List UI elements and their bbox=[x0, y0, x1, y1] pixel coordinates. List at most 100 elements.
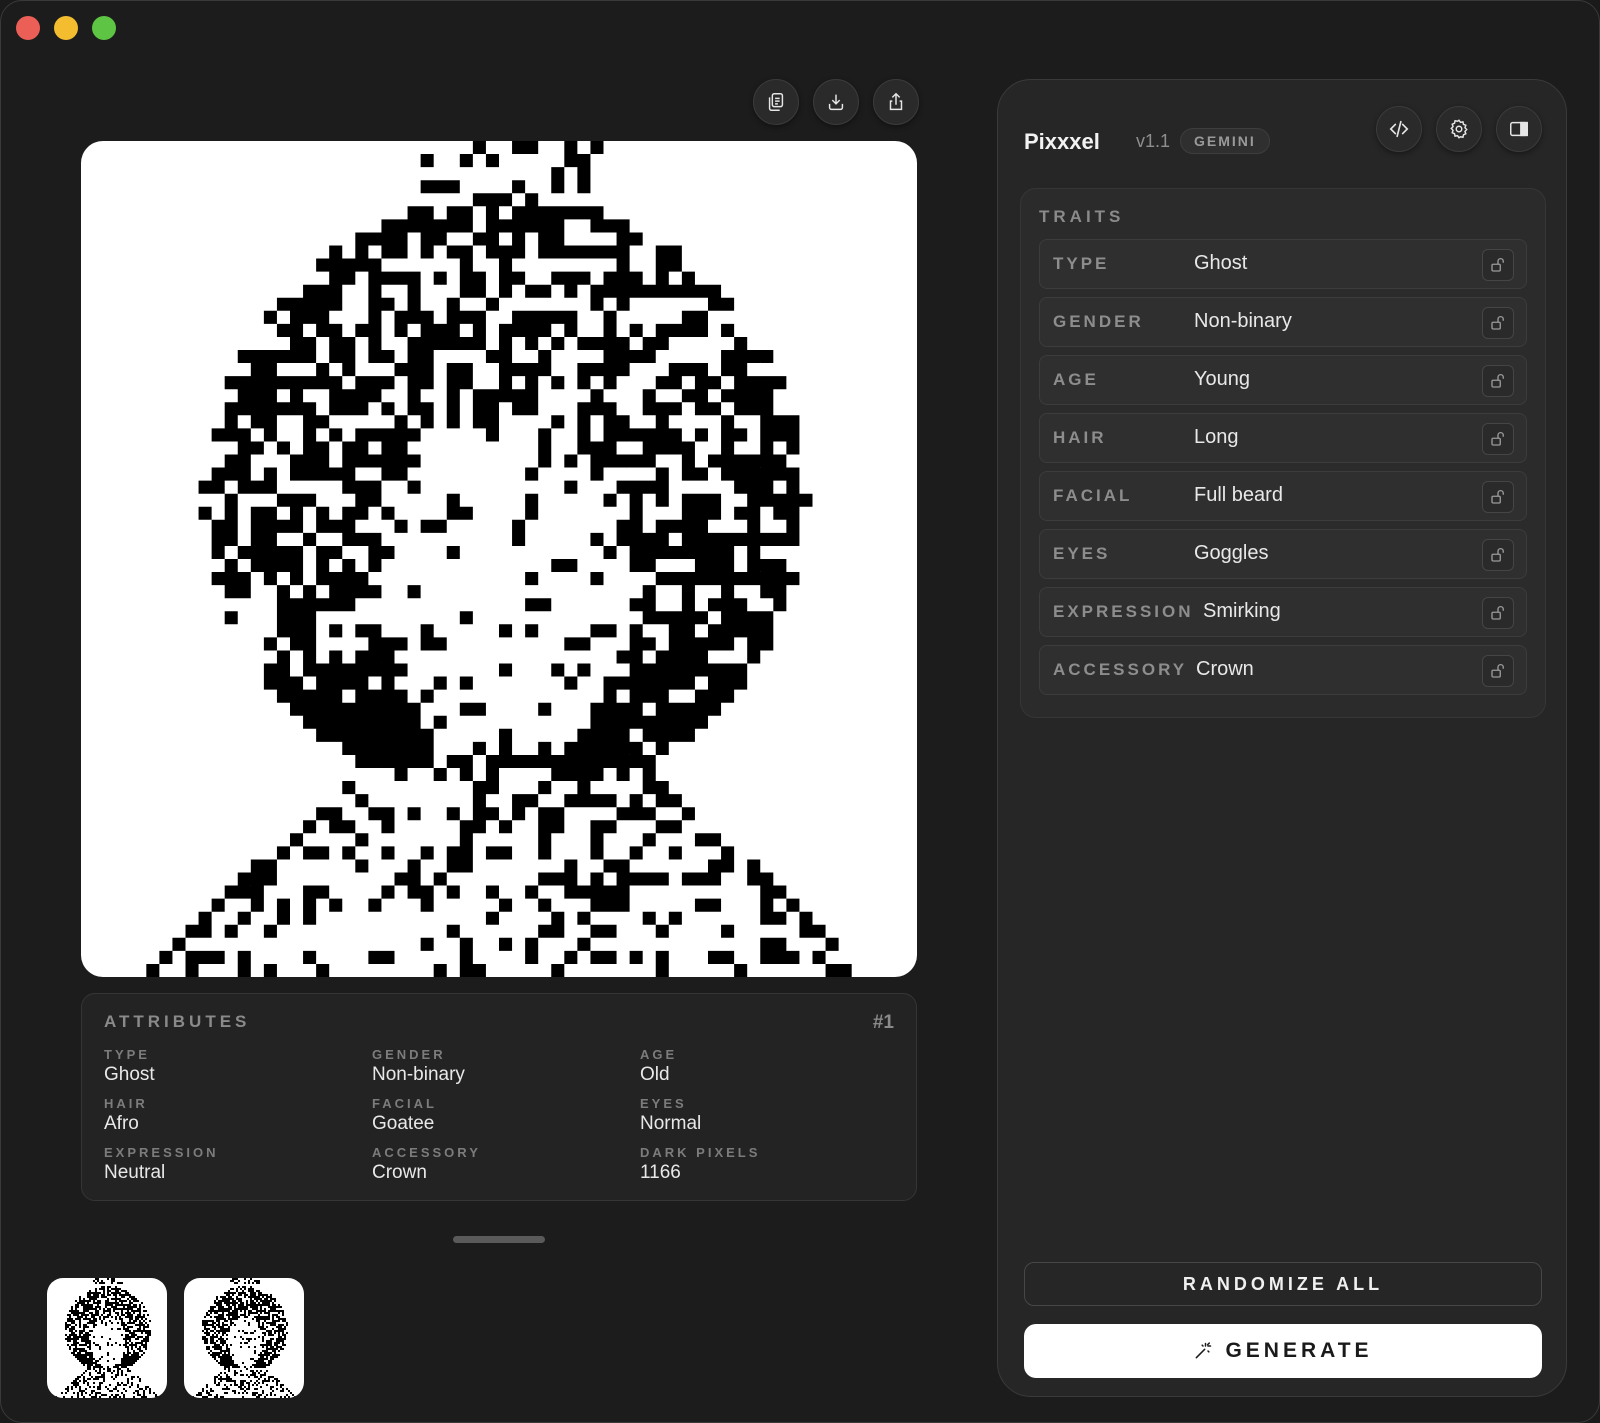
magic-wand-icon bbox=[1196, 1342, 1212, 1359]
randomize-all-button[interactable]: RANDOMIZE ALL bbox=[1024, 1262, 1542, 1306]
generation-index: #1 bbox=[872, 1012, 894, 1033]
attribute-value: 1166 bbox=[640, 1162, 681, 1183]
attribute-accessory: ACCESSORY Crown bbox=[372, 1145, 640, 1184]
attribute-dark-pixels: DARK PIXELS 1166 bbox=[640, 1145, 894, 1184]
attribute-label: GENDER bbox=[372, 1047, 446, 1062]
unlock-icon bbox=[1491, 258, 1504, 272]
attribute-label: TYPE bbox=[104, 1047, 150, 1062]
unlock-icon bbox=[1491, 316, 1504, 330]
trait-value[interactable]: Crown bbox=[1196, 658, 1254, 681]
trait-row-hair[interactable]: HAIR Long bbox=[1039, 413, 1527, 463]
trait-lock-button[interactable] bbox=[1482, 481, 1514, 513]
pixel-art-portrait bbox=[146, 141, 852, 977]
attribute-value: Non-binary bbox=[372, 1064, 465, 1085]
attribute-eyes: EYES Normal bbox=[640, 1096, 894, 1135]
history-drag-handle[interactable] bbox=[453, 1236, 545, 1243]
attribute-label: HAIR bbox=[104, 1096, 148, 1111]
trait-label: EXPRESSION bbox=[1053, 602, 1194, 621]
trait-value[interactable]: Smirking bbox=[1203, 600, 1281, 623]
attributes-title: ATTRIBUTES bbox=[104, 1012, 251, 1031]
trait-label: FACIAL bbox=[1053, 486, 1133, 505]
unlock-icon bbox=[1491, 606, 1504, 620]
attribute-expression: EXPRESSION Neutral bbox=[104, 1145, 372, 1184]
share-icon bbox=[889, 92, 903, 111]
pixel-cells bbox=[55, 1278, 161, 1398]
gear-icon bbox=[1450, 119, 1468, 139]
trait-value[interactable]: Non-binary bbox=[1194, 310, 1292, 333]
trait-value[interactable]: Long bbox=[1194, 426, 1239, 449]
unlock-icon bbox=[1491, 548, 1504, 562]
download-button[interactable] bbox=[813, 79, 859, 125]
attribute-value: Normal bbox=[640, 1113, 702, 1134]
pixel-art-canvas bbox=[81, 141, 917, 977]
window-controls bbox=[16, 16, 116, 40]
download-icon bbox=[828, 94, 844, 111]
trait-row-age[interactable]: AGE Young bbox=[1039, 355, 1527, 405]
traits-section: TRAITS TYPE Ghost GENDER Non-binary AGE … bbox=[1020, 188, 1546, 718]
close-window-button[interactable] bbox=[16, 16, 40, 40]
trait-row-accessory[interactable]: ACCESSORY Crown bbox=[1039, 645, 1527, 695]
trait-row-eyes[interactable]: EYES Goggles bbox=[1039, 529, 1527, 579]
app-version: v1.1 bbox=[1136, 131, 1171, 151]
attribute-value: Ghost bbox=[104, 1064, 155, 1085]
trait-label: GENDER bbox=[1053, 312, 1144, 331]
trait-row-gender[interactable]: GENDER Non-binary bbox=[1039, 297, 1527, 347]
app-name: Pixxxel bbox=[1024, 129, 1100, 154]
trait-value[interactable]: Full beard bbox=[1194, 484, 1283, 507]
header-actions bbox=[1376, 106, 1542, 152]
history-thumbnail-1[interactable] bbox=[47, 1278, 167, 1398]
share-button[interactable] bbox=[873, 79, 919, 125]
trait-lock-button[interactable] bbox=[1482, 249, 1514, 281]
attribute-value: Afro bbox=[104, 1113, 139, 1134]
trait-lock-button[interactable] bbox=[1482, 423, 1514, 455]
traits-panel: Pixxxel v1.1 GEMINI TRAITS TYPE Ghost GE… bbox=[997, 79, 1567, 1397]
trait-lock-button[interactable] bbox=[1482, 307, 1514, 339]
unlock-icon bbox=[1491, 490, 1504, 504]
trait-label: ACCESSORY bbox=[1053, 660, 1188, 679]
app-window: ATTRIBUTES #1 TYPE Ghost GENDER Non-binary… bbox=[0, 0, 1600, 1423]
history-thumbnail-2[interactable] bbox=[184, 1278, 304, 1398]
attribute-hair: HAIR Afro bbox=[104, 1096, 372, 1135]
attribute-value: Neutral bbox=[104, 1162, 166, 1183]
trait-label: HAIR bbox=[1053, 428, 1107, 447]
unlock-icon bbox=[1491, 664, 1504, 678]
attribute-gender: GENDER Non-binary bbox=[372, 1047, 640, 1086]
generate-label: GENERATE bbox=[1225, 1339, 1373, 1362]
trait-lock-button[interactable] bbox=[1482, 655, 1514, 687]
canvas-toolbar bbox=[753, 79, 919, 125]
minimize-window-button[interactable] bbox=[54, 16, 78, 40]
traits-title: TRAITS bbox=[1039, 207, 1125, 226]
generate-button[interactable]: GENERATE bbox=[1024, 1324, 1542, 1378]
trait-value[interactable]: Goggles bbox=[1194, 542, 1269, 565]
trait-value[interactable]: Young bbox=[1194, 368, 1250, 391]
attribute-value: Goatee bbox=[372, 1113, 435, 1134]
attribute-label: DARK PIXELS bbox=[640, 1145, 761, 1160]
sidebar-icon bbox=[1510, 121, 1528, 137]
attribute-facial: FACIAL Goatee bbox=[372, 1096, 640, 1135]
panel-header: Pixxxel v1.1 GEMINI bbox=[1024, 106, 1542, 172]
trait-row-facial[interactable]: FACIAL Full beard bbox=[1039, 471, 1527, 521]
settings-button[interactable] bbox=[1436, 106, 1482, 152]
trait-lock-button[interactable] bbox=[1482, 539, 1514, 571]
attribute-value: Crown bbox=[372, 1162, 427, 1183]
attribute-label: AGE bbox=[640, 1047, 678, 1062]
attributes-grid: TYPE Ghost GENDER Non-binary AGE Old HAIR Af… bbox=[104, 1047, 894, 1184]
toggle-sidebar-button[interactable] bbox=[1496, 106, 1542, 152]
attribute-label: EXPRESSION bbox=[104, 1145, 219, 1160]
pixel-cells bbox=[146, 141, 852, 977]
trait-lock-button[interactable] bbox=[1482, 365, 1514, 397]
copy-button[interactable] bbox=[753, 79, 799, 125]
trait-label: TYPE bbox=[1053, 254, 1110, 273]
attribute-label: ACCESSORY bbox=[372, 1145, 481, 1160]
zoom-window-button[interactable] bbox=[92, 16, 116, 40]
trait-row-expression[interactable]: EXPRESSION Smirking bbox=[1039, 587, 1527, 637]
trait-value[interactable]: Ghost bbox=[1194, 252, 1247, 275]
trait-row-type[interactable]: TYPE Ghost bbox=[1039, 239, 1527, 289]
unlock-icon bbox=[1491, 374, 1504, 388]
pixel-cells bbox=[192, 1278, 298, 1398]
attributes-card: ATTRIBUTES #1 TYPE Ghost GENDER Non-binary… bbox=[81, 993, 917, 1201]
code-button[interactable] bbox=[1376, 106, 1422, 152]
code-icon bbox=[1389, 120, 1409, 138]
trait-lock-button[interactable] bbox=[1482, 597, 1514, 629]
attribute-type: TYPE Ghost bbox=[104, 1047, 372, 1086]
